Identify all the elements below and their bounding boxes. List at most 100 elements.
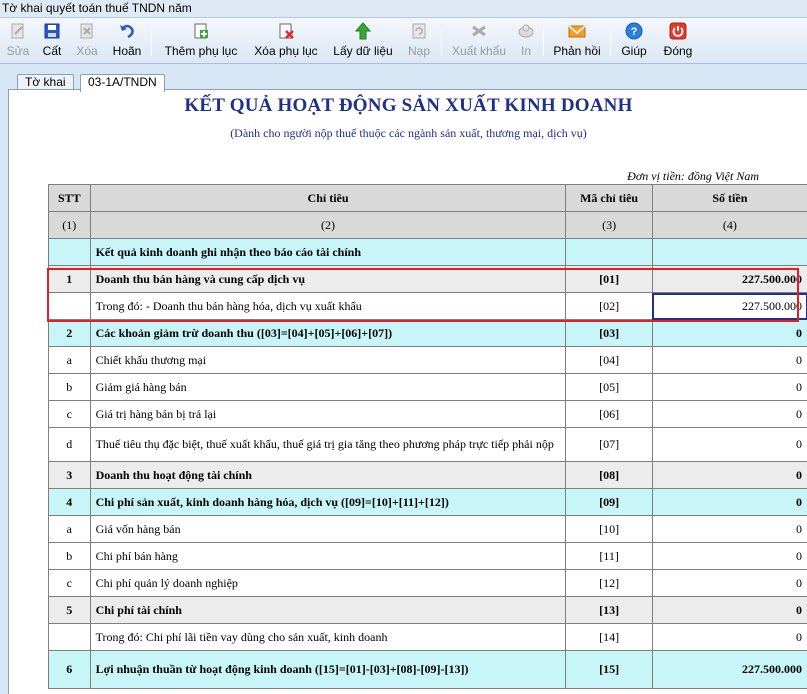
row-code: [13] — [565, 596, 653, 624]
row-label: Chiết khấu thương mại — [89, 346, 567, 374]
row-amount[interactable]: 0 — [651, 542, 807, 570]
load-label: Nạp — [407, 44, 430, 58]
undo-label: Hoãn — [112, 44, 142, 58]
toolbar-separator — [610, 28, 611, 56]
tab-03-1a-tndn[interactable]: 03-1A/TNDN — [80, 74, 165, 92]
row-stt: 2 — [48, 319, 91, 347]
get-data-label: Lấy dữ liệu — [333, 44, 393, 58]
row-code: [15] — [565, 650, 653, 689]
row-code: [03] — [565, 319, 653, 347]
table-row: a Giá vốn hàng bán [10] 0 — [48, 515, 807, 543]
undo-button[interactable]: Hoãn — [110, 20, 144, 62]
row-label: Chi phí sản xuất, kinh doanh hàng hóa, d… — [89, 488, 567, 516]
save-button[interactable]: Cất — [40, 20, 64, 62]
close-button[interactable]: Đóng — [662, 20, 694, 62]
row-amount[interactable]: 0 — [651, 596, 807, 624]
header-stt: STT — [48, 184, 91, 212]
row-stt: 4 — [48, 488, 91, 516]
row-label: Kết quả kinh doanh ghi nhận theo báo cáo… — [89, 238, 567, 266]
row-amount — [651, 238, 807, 266]
delete-button[interactable]: Xóa — [74, 20, 100, 62]
table-row: b Giảm giá hàng bán [05] 0 — [48, 373, 807, 401]
row-amount[interactable]: 0 — [651, 346, 807, 374]
row-stt: a — [48, 515, 91, 543]
load-icon — [412, 23, 426, 39]
row-code: [12] — [565, 569, 653, 597]
header-code: Mã chỉ tiêu — [565, 184, 653, 212]
row-amount[interactable]: 0 — [651, 515, 807, 543]
feedback-button[interactable]: Phản hồi — [552, 20, 602, 62]
row-code: [02] — [565, 292, 653, 320]
row-code: [14] — [565, 623, 653, 651]
export-revenue-input[interactable]: 227.500.000 — [651, 292, 807, 320]
print-label: In — [520, 44, 531, 58]
row-stt — [48, 623, 91, 651]
column-number: (4) — [651, 211, 807, 239]
svg-text:?: ? — [631, 26, 638, 38]
row-amount[interactable]: 227.500.000 — [651, 265, 807, 293]
add-appendix-button[interactable]: Thêm phụ lục — [163, 20, 239, 62]
table-row: 5 Chi phí tài chính [13] 0 — [48, 596, 807, 624]
table-row: a Chiết khấu thương mại [04] 0 — [48, 346, 807, 374]
row-code: [07] — [565, 427, 653, 462]
row-code: [01] — [565, 265, 653, 293]
tab-bar: Tờ khai 03-1A/TNDN — [0, 64, 807, 92]
table-row: 3 Doanh thu hoạt động tài chính [08] 0 — [48, 461, 807, 489]
row-code: [04] — [565, 346, 653, 374]
save-label: Cất — [42, 44, 62, 58]
header-indicator: Chỉ tiêu — [89, 184, 567, 212]
export-button[interactable]: Xuất khẩu — [451, 20, 507, 62]
row-label: Chi phí quản lý doanh nghiệp — [89, 569, 567, 597]
row-stt: 5 — [48, 596, 91, 624]
currency-unit: Đơn vị tiền: đồng Việt Nam — [627, 169, 759, 183]
row-amount[interactable]: 0 — [651, 373, 807, 401]
delete-label: Xóa — [76, 44, 98, 58]
table-row: d Thuế tiêu thụ đặc biệt, thuế xuất khẩu… — [48, 427, 807, 462]
row-amount[interactable]: 0 — [651, 461, 807, 489]
report-table: STT Chỉ tiêu Mã chỉ tiêu Số tiền (1) (2)… — [48, 184, 807, 689]
add-appendix-label: Thêm phụ lục — [164, 44, 238, 58]
feedback-icon — [568, 25, 586, 38]
row-stt — [48, 292, 91, 320]
row-stt: 1 — [48, 265, 91, 293]
row-amount[interactable]: 0 — [651, 623, 807, 651]
row-label: Giá vốn hàng bán — [89, 515, 567, 543]
remove-appendix-label: Xóa phụ lục — [254, 44, 318, 58]
row-stt: a — [48, 346, 91, 374]
help-button[interactable]: ? Giúp — [620, 20, 648, 62]
row-amount: 0 — [651, 319, 807, 347]
print-button[interactable]: In — [515, 20, 537, 62]
row-stt: b — [48, 542, 91, 570]
close-icon — [669, 22, 687, 40]
edit-button[interactable]: Sửa — [6, 20, 30, 62]
get-data-button[interactable]: Lấy dữ liệu — [332, 20, 394, 62]
get-data-icon — [354, 22, 372, 40]
table-row: Kết quả kinh doanh ghi nhận theo báo cáo… — [48, 238, 807, 266]
remove-appendix-button[interactable]: Xóa phụ lục — [252, 20, 320, 62]
help-label: Giúp — [621, 44, 647, 58]
toolbar-separator — [441, 28, 442, 56]
row-amount[interactable]: 0 — [651, 400, 807, 428]
table-row: Trong đó: Chi phí lãi tiền vay dùng cho … — [48, 623, 807, 651]
toolbar-separator — [151, 28, 152, 56]
row-amount[interactable]: 0 — [651, 569, 807, 597]
toolbar-separator — [543, 28, 544, 56]
row-code: [11] — [565, 542, 653, 570]
row-code — [565, 238, 653, 266]
edit-icon — [11, 23, 24, 39]
row-code: [08] — [565, 461, 653, 489]
row-code: [10] — [565, 515, 653, 543]
row-amount[interactable]: 0 — [651, 427, 807, 462]
table-row: 4 Chi phí sản xuất, kinh doanh hàng hóa,… — [48, 488, 807, 516]
column-number: (3) — [565, 211, 653, 239]
report-title: KẾT QUẢ HOẠT ĐỘNG SẢN XUẤT KINH DOANH — [184, 95, 633, 116]
row-stt: d — [48, 427, 91, 462]
table-row: 1 Doanh thu bán hàng và cung cấp dịch vụ… — [48, 265, 807, 293]
report-subtitle: (Dành cho người nộp thuế thuộc các ngành… — [230, 126, 587, 140]
load-button[interactable]: Nạp — [406, 20, 432, 62]
row-stt: 3 — [48, 461, 91, 489]
row-label: Chi phí bán hàng — [89, 542, 567, 570]
export-icon — [472, 25, 486, 37]
edit-label: Sửa — [6, 44, 30, 58]
row-code: [05] — [565, 373, 653, 401]
